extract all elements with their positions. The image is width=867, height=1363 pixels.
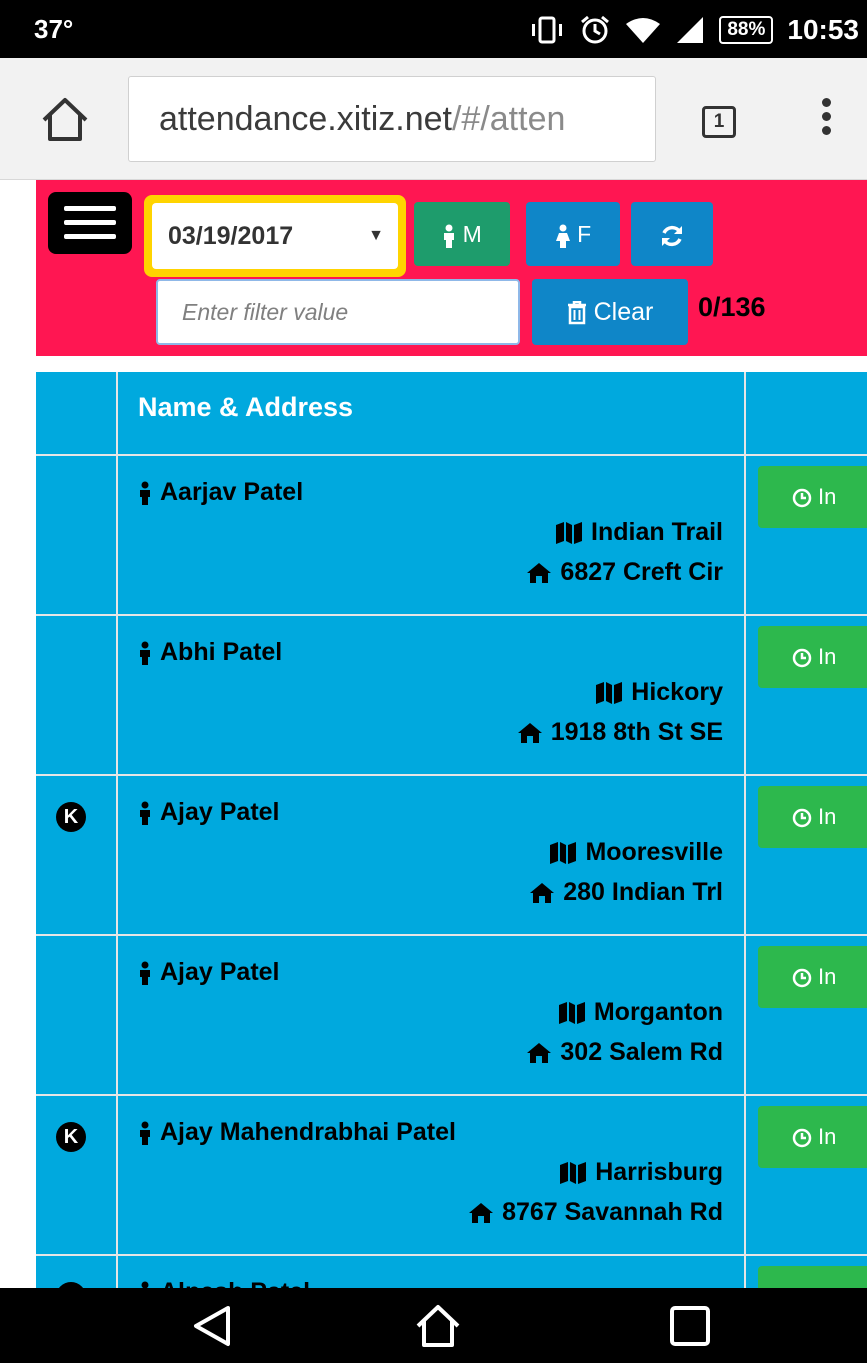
signal-icon xyxy=(675,16,705,44)
check-in-button[interactable]: In xyxy=(758,946,867,1008)
address-bar[interactable]: attendance.xitiz.net/#/atten xyxy=(128,76,656,162)
male-person-icon xyxy=(138,958,152,987)
member-city: Hickory xyxy=(595,678,723,707)
member-street: 1918 8th St SE xyxy=(517,718,723,747)
member-name: Ajay Patel xyxy=(138,958,280,987)
member-name: Ajay Patel xyxy=(138,798,280,827)
male-filter-label: M xyxy=(462,221,482,247)
member-city: Morganton xyxy=(558,998,723,1027)
table-row: KAlpesh PatelIn xyxy=(36,1254,867,1288)
member-street: 302 Salem Rd xyxy=(526,1038,723,1067)
status-icons: 88% 10:53 xyxy=(529,10,859,50)
map-icon xyxy=(595,678,623,707)
female-filter-label: F xyxy=(577,221,592,247)
clock-icon xyxy=(792,466,812,528)
table-row: K Ajay Patel Mooresville 280 Indian Trl In xyxy=(36,774,867,934)
home-icon xyxy=(468,1198,494,1227)
male-person-icon xyxy=(138,798,152,827)
female-filter-button[interactable]: F xyxy=(526,202,620,266)
clock-icon xyxy=(792,1106,812,1168)
female-icon xyxy=(555,221,571,248)
table-row: K Ajay Mahendrabhai Patel Harrisburg 8767 S… xyxy=(36,1094,867,1254)
clock-icon xyxy=(792,1266,812,1288)
attendance-count: 0/136 xyxy=(698,292,766,322)
male-person-icon xyxy=(138,1278,152,1288)
clock-icon xyxy=(792,786,812,848)
battery-indicator: 88% xyxy=(719,16,774,44)
alarm-icon xyxy=(579,14,611,46)
map-icon xyxy=(558,998,586,1027)
clock-icon xyxy=(792,626,812,688)
check-in-button[interactable]: In xyxy=(758,1266,867,1288)
male-icon xyxy=(442,221,456,248)
home-icon xyxy=(517,718,543,747)
male-person-icon xyxy=(138,638,152,667)
refresh-icon xyxy=(659,221,685,247)
wifi-icon xyxy=(625,16,661,44)
member-name: Aarjav Patel xyxy=(138,478,303,507)
trash-icon xyxy=(567,298,587,326)
home-icon[interactable] xyxy=(40,96,100,146)
tab-switcher-button[interactable]: 1 xyxy=(702,106,736,138)
url-host: attendance.xitiz.net xyxy=(159,100,452,138)
member-street: 6827 Creft Cir xyxy=(526,558,723,587)
overflow-menu-icon[interactable] xyxy=(818,98,834,148)
check-in-button[interactable]: In xyxy=(758,466,867,528)
vibrate-icon xyxy=(529,16,565,44)
member-name: Ajay Mahendrabhai Patel xyxy=(138,1118,456,1147)
member-city: Harrisburg xyxy=(559,1158,723,1187)
male-person-icon xyxy=(138,478,152,507)
male-filter-button[interactable]: M xyxy=(414,202,510,266)
refresh-button[interactable] xyxy=(631,202,713,266)
home-icon xyxy=(526,1038,552,1067)
table-row: Aarjav Patel Indian Trail 6827 Creft Cir In xyxy=(36,454,867,614)
map-icon xyxy=(549,838,577,867)
k-badge: K xyxy=(56,1122,86,1152)
table-row: Ajay Patel Morganton 302 Salem Rd In xyxy=(36,934,867,1094)
system-nav-bar xyxy=(0,1288,867,1363)
check-in-button[interactable]: In xyxy=(758,786,867,848)
table-row: Abhi Patel Hickory 1918 8th St SE In xyxy=(36,614,867,774)
url-path: /#/atten xyxy=(451,100,566,138)
check-in-button[interactable]: In xyxy=(758,626,867,688)
member-city: Mooresville xyxy=(549,838,723,867)
clear-button[interactable]: Clear xyxy=(532,279,688,345)
clear-label: Clear xyxy=(593,298,654,326)
name-address-header: Name & Address xyxy=(138,392,354,422)
status-bar: 37° 88% 10:53 xyxy=(0,0,867,58)
hamburger-menu-icon[interactable] xyxy=(48,192,132,254)
map-icon xyxy=(555,518,583,547)
browser-toolbar: attendance.xitiz.net/#/atten 1 xyxy=(0,58,867,180)
member-city: Indian Trail xyxy=(555,518,723,547)
attendance-table: Name & Address Aarjav Patel Indian Trail 6… xyxy=(36,372,867,1288)
member-street: 280 Indian Trl xyxy=(529,878,723,907)
home-icon xyxy=(526,558,552,587)
recents-icon[interactable] xyxy=(668,1304,712,1353)
member-name: Abhi Patel xyxy=(138,638,282,667)
temperature-indicator: 37° xyxy=(34,14,74,44)
app-toolbar: 03/19/2017 ▼ M F Clear 0/136 xyxy=(36,180,867,356)
member-street: 8767 Savannah Rd xyxy=(468,1198,723,1227)
clock-time: 10:53 xyxy=(787,14,859,45)
date-value: 03/19/2017 xyxy=(168,222,294,250)
table-header-row: Name & Address xyxy=(36,372,867,454)
map-icon xyxy=(559,1158,587,1187)
home-icon xyxy=(529,878,555,907)
date-select[interactable]: 03/19/2017 ▼ xyxy=(144,195,406,277)
back-icon[interactable] xyxy=(190,1304,234,1353)
chevron-down-icon: ▼ xyxy=(368,227,384,244)
member-name: Alpesh Patel xyxy=(138,1278,310,1288)
filter-input[interactable] xyxy=(156,279,520,345)
check-in-button[interactable]: In xyxy=(758,1106,867,1168)
web-content: 03/19/2017 ▼ M F Clear 0/136 Name & Addr… xyxy=(0,180,867,1288)
home-nav-icon[interactable] xyxy=(414,1304,462,1353)
k-badge: K xyxy=(56,802,86,832)
male-person-icon xyxy=(138,1118,152,1147)
clock-icon xyxy=(792,946,812,1008)
